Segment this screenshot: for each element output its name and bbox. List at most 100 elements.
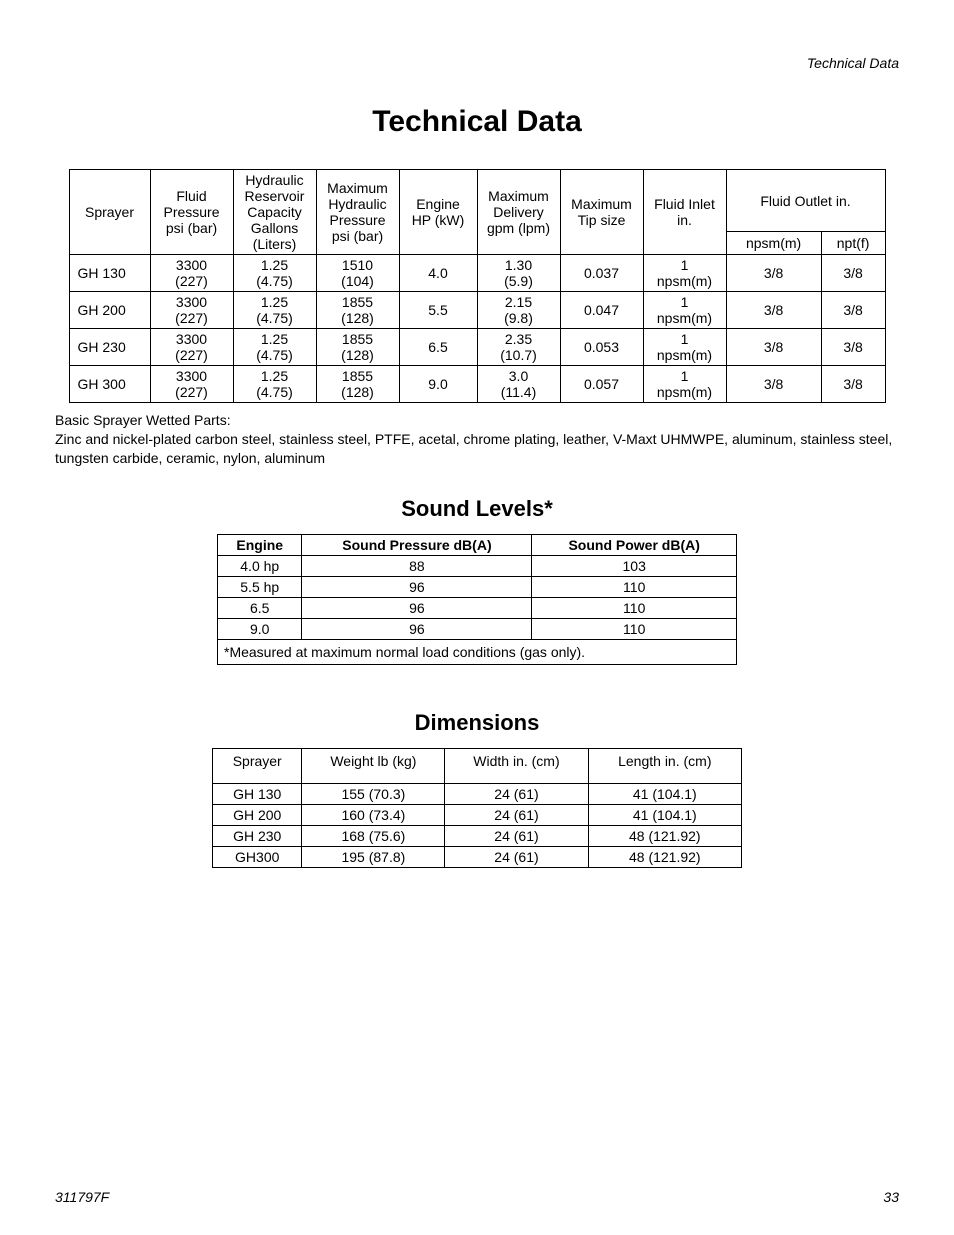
- cell: 110: [532, 576, 737, 597]
- table-row: GH300 195 (87.8) 24 (61) 48 (121.92): [213, 846, 742, 867]
- cell: 6.5: [218, 597, 302, 618]
- cell: 110: [532, 597, 737, 618]
- cell: 195 (87.8): [302, 846, 445, 867]
- cell: 41 (104.1): [588, 804, 741, 825]
- cell: 1npsm(m): [643, 255, 726, 292]
- wetted-heading: Basic Sprayer Wetted Parts:: [55, 412, 231, 428]
- th-outlet: Fluid Outlet in.: [726, 170, 885, 232]
- table-row-note: *Measured at maximum normal load conditi…: [218, 639, 737, 664]
- cell: GH 230: [213, 825, 302, 846]
- cell: GH 200: [213, 804, 302, 825]
- wetted-body: Zinc and nickel-plated carbon steel, sta…: [55, 431, 892, 466]
- cell: 3300(227): [150, 329, 233, 366]
- cell: 24 (61): [445, 783, 588, 804]
- table-row: 5.5 hp 96 110: [218, 576, 737, 597]
- page-footer: 311797F 33: [55, 1189, 899, 1205]
- cell-model: GH 230: [69, 329, 150, 366]
- cell: 3/8: [726, 329, 821, 366]
- cell: 4.0 hp: [218, 555, 302, 576]
- cell: 0.047: [560, 292, 643, 329]
- th-sprayer: Sprayer: [213, 748, 302, 783]
- sound-levels-table: Engine Sound Pressure dB(A) Sound Power …: [217, 534, 737, 665]
- cell: 3/8: [726, 366, 821, 403]
- cell: 3/8: [726, 255, 821, 292]
- cell: 1.25(4.75): [233, 329, 316, 366]
- th-inlet: Fluid Inlet in.: [643, 170, 726, 255]
- table-row: 6.5 96 110: [218, 597, 737, 618]
- page-title: Technical Data: [55, 105, 899, 139]
- cell: 9.0: [218, 618, 302, 639]
- cell: 3.0(11.4): [477, 366, 560, 403]
- cell: 1855(128): [316, 329, 399, 366]
- cell: 6.5: [399, 329, 477, 366]
- cell: 1npsm(m): [643, 366, 726, 403]
- th-engine: Engine HP (kW): [399, 170, 477, 255]
- cell: 96: [302, 618, 532, 639]
- cell: 88: [302, 555, 532, 576]
- table-row: GH 230 3300(227) 1.25(4.75) 1855(128) 6.…: [69, 329, 885, 366]
- table-row: GH 200 160 (73.4) 24 (61) 41 (104.1): [213, 804, 742, 825]
- cell: 1855(128): [316, 366, 399, 403]
- cell: 24 (61): [445, 846, 588, 867]
- cell: 0.037: [560, 255, 643, 292]
- page-number: 33: [883, 1189, 899, 1205]
- cell: 48 (121.92): [588, 846, 741, 867]
- th-reservoir: Hydraulic Reservoir Capacity Gallons (Li…: [233, 170, 316, 255]
- cell: 96: [302, 576, 532, 597]
- cell: 96: [302, 597, 532, 618]
- cell: 5.5: [399, 292, 477, 329]
- cell: 1510(104): [316, 255, 399, 292]
- running-head: Technical Data: [807, 55, 899, 71]
- cell: 3/8: [821, 329, 885, 366]
- cell: 1.25(4.75): [233, 255, 316, 292]
- cell: 1855(128): [316, 292, 399, 329]
- th-tip: Maximum Tip size: [560, 170, 643, 255]
- cell: 1.25(4.75): [233, 292, 316, 329]
- table-row: GH 200 3300(227) 1.25(4.75) 1855(128) 5.…: [69, 292, 885, 329]
- cell: 103: [532, 555, 737, 576]
- cell: 2.15(9.8): [477, 292, 560, 329]
- table-row: GH 130 155 (70.3) 24 (61) 41 (104.1): [213, 783, 742, 804]
- cell: 41 (104.1): [588, 783, 741, 804]
- th-sprayer: Sprayer: [69, 170, 150, 255]
- cell: 3/8: [821, 255, 885, 292]
- cell: 155 (70.3): [302, 783, 445, 804]
- cell: 1.30(5.9): [477, 255, 560, 292]
- cell: 0.053: [560, 329, 643, 366]
- th-outlet-npt: npt(f): [821, 232, 885, 255]
- dimensions-title: Dimensions: [55, 710, 899, 736]
- table-row: 9.0 96 110: [218, 618, 737, 639]
- th-fluid-pressure: Fluid Pressure psi (bar): [150, 170, 233, 255]
- th-engine: Engine: [218, 534, 302, 555]
- table-row: GH 230 168 (75.6) 24 (61) 48 (121.92): [213, 825, 742, 846]
- th-sound-power: Sound Power dB(A): [532, 534, 737, 555]
- sound-note: *Measured at maximum normal load conditi…: [218, 639, 737, 664]
- cell: 160 (73.4): [302, 804, 445, 825]
- cell: 24 (61): [445, 804, 588, 825]
- th-outlet-npsm: npsm(m): [726, 232, 821, 255]
- table-row: GH 300 3300(227) 1.25(4.75) 1855(128) 9.…: [69, 366, 885, 403]
- th-max-hydraulic: Maximum Hydraulic Pressure psi (bar): [316, 170, 399, 255]
- cell: 1npsm(m): [643, 292, 726, 329]
- cell: 2.35(10.7): [477, 329, 560, 366]
- dimensions-table: Sprayer Weight lb (kg) Width in. (cm) Le…: [212, 748, 742, 868]
- table-row: 4.0 hp 88 103: [218, 555, 737, 576]
- cell: GH 130: [213, 783, 302, 804]
- cell: 3300(227): [150, 255, 233, 292]
- table-row: GH 130 3300(227) 1.25(4.75) 1510(104) 4.…: [69, 255, 885, 292]
- cell: 48 (121.92): [588, 825, 741, 846]
- th-width: Width in. (cm): [445, 748, 588, 783]
- cell: 0.057: [560, 366, 643, 403]
- cell: 5.5 hp: [218, 576, 302, 597]
- th-length: Length in. (cm): [588, 748, 741, 783]
- th-sound-pressure: Sound Pressure dB(A): [302, 534, 532, 555]
- wetted-parts: Basic Sprayer Wetted Parts: Zinc and nic…: [55, 411, 899, 468]
- cell: 3/8: [726, 292, 821, 329]
- th-weight: Weight lb (kg): [302, 748, 445, 783]
- cell: 1.25(4.75): [233, 366, 316, 403]
- cell: 3/8: [821, 292, 885, 329]
- cell: 168 (75.6): [302, 825, 445, 846]
- cell-model: GH 200: [69, 292, 150, 329]
- sound-levels-title: Sound Levels*: [55, 496, 899, 522]
- cell: 4.0: [399, 255, 477, 292]
